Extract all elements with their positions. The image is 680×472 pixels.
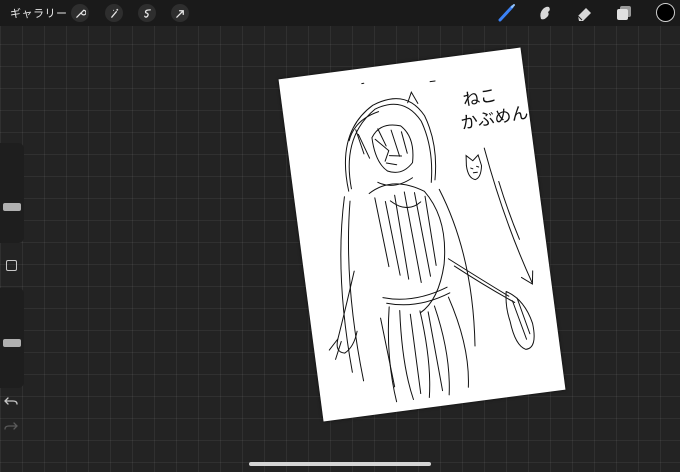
wrench-icon[interactable]: [71, 4, 89, 22]
layers-icon[interactable]: [614, 3, 634, 23]
modify-button[interactable]: [6, 260, 17, 271]
gallery-button[interactable]: ギャラリー: [10, 5, 68, 21]
brush-icon[interactable]: [497, 3, 517, 23]
magic-wand-icon[interactable]: [105, 4, 123, 22]
smudge-icon[interactable]: [535, 3, 555, 23]
eraser-icon[interactable]: [574, 3, 594, 23]
drawing-canvas[interactable]: ねこ かぶめん: [278, 47, 566, 422]
opacity-slider[interactable]: [0, 288, 24, 388]
opacity-thumb[interactable]: [3, 339, 21, 347]
redo-icon[interactable]: [4, 420, 18, 432]
undo-icon[interactable]: [4, 395, 18, 407]
brush-size-slider[interactable]: [0, 143, 24, 243]
brush-size-thumb[interactable]: [3, 203, 21, 211]
home-indicator[interactable]: [249, 462, 431, 466]
top-toolbar: ギャラリー: [0, 0, 680, 26]
transform-icon[interactable]: [171, 4, 189, 22]
color-picker[interactable]: [656, 3, 675, 22]
selection-icon[interactable]: [138, 4, 156, 22]
